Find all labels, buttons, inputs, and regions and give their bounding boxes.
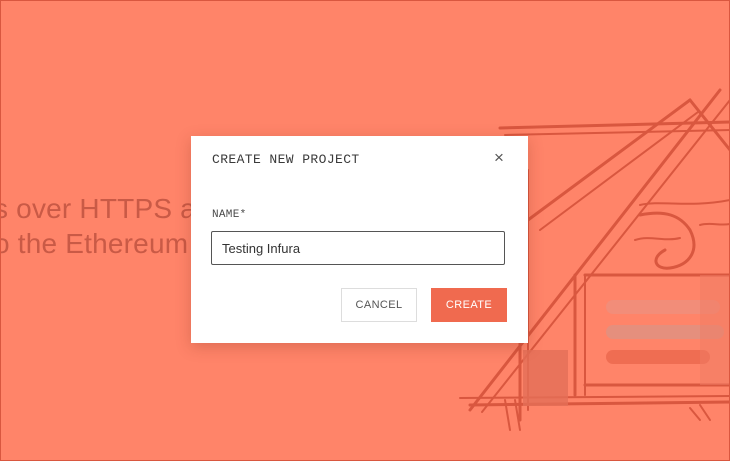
dialog-title: CREATE NEW PROJECT (212, 152, 360, 167)
project-name-input[interactable] (211, 231, 505, 265)
beam-top (498, 120, 730, 130)
beam-bottom (468, 400, 730, 407)
beam-top-2 (504, 129, 730, 136)
beam-bottom-2 (459, 395, 730, 399)
hatch-2 (689, 407, 701, 421)
wave-line-1 (639, 199, 730, 206)
wave-line-3 (699, 222, 730, 226)
box-right-shade (700, 275, 730, 385)
cancel-button[interactable]: CANCEL (341, 288, 417, 322)
shade-block (523, 350, 568, 406)
hatch-1 (699, 404, 711, 421)
create-project-dialog: CREATE NEW PROJECT × NAME* CANCEL CREATE (191, 136, 528, 343)
pill-bar-3 (606, 350, 710, 364)
wave-line-2 (634, 237, 681, 241)
create-button[interactable]: CREATE (431, 288, 507, 322)
wavy-banner (638, 211, 696, 270)
close-icon[interactable]: × (490, 149, 508, 167)
name-field-label: NAME* (212, 209, 247, 221)
